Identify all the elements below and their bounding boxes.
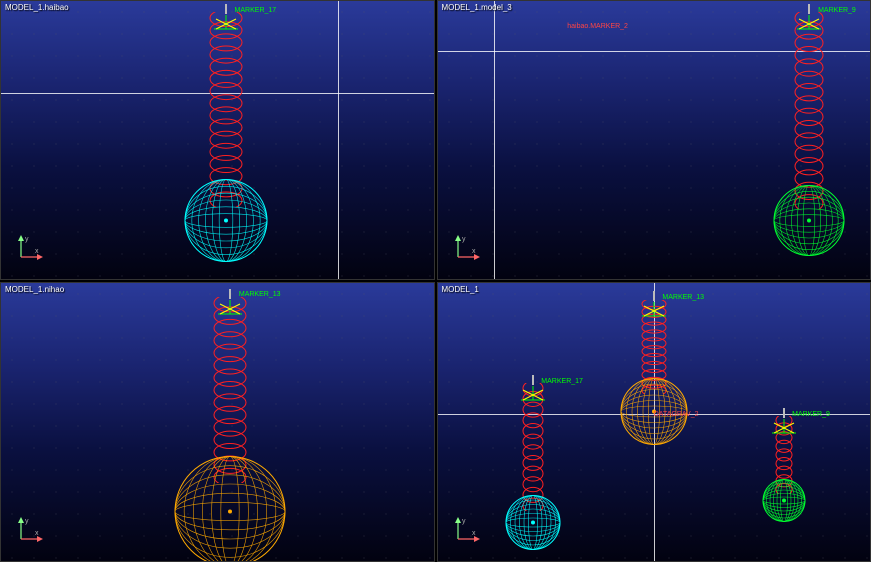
marker-icon[interactable]: [208, 15, 244, 38]
viewport-2[interactable]: MODEL_1.nihao MARKER_13yx: [0, 282, 435, 562]
sphere[interactable]: [762, 478, 806, 527]
marker-label[interactable]: MARKER_9: [792, 411, 830, 418]
marker-icon[interactable]: [766, 419, 802, 442]
crosshair-v: [338, 1, 339, 279]
marker-icon[interactable]: [791, 15, 827, 38]
viewport-3[interactable]: MODEL_1 MARKER_13 MARKER_17 MARKER_9 DATAGRA…: [437, 282, 871, 562]
marker-icon[interactable]: [636, 302, 672, 325]
marker-icon[interactable]: [212, 300, 248, 323]
datagrav-label[interactable]: DATAGRAV_2: [654, 411, 699, 418]
rod: [783, 408, 785, 418]
rod: [808, 4, 810, 14]
svg-text:x: x: [35, 530, 39, 537]
marker-icon[interactable]: [515, 386, 551, 409]
svg-text:x: x: [472, 530, 476, 537]
svg-text:y: y: [462, 236, 466, 243]
svg-text:y: y: [462, 518, 466, 525]
marker-label[interactable]: MARKER_13: [239, 291, 281, 298]
rod: [653, 291, 655, 301]
marker-label[interactable]: MARKER_9: [818, 7, 856, 14]
model-title: MODEL_1.haibao: [5, 3, 69, 12]
rod: [225, 4, 227, 14]
marker-label[interactable]: MARKER_17: [541, 378, 583, 385]
model-title: MODEL_1: [442, 285, 479, 294]
sphere[interactable]: [505, 494, 561, 555]
crosshair-v: [494, 1, 495, 279]
datagrav-label[interactable]: haibao.MARKER_2: [567, 23, 628, 30]
svg-text:y: y: [25, 518, 29, 525]
marker-label[interactable]: MARKER_13: [662, 294, 704, 301]
model-title: MODEL_1.model_3: [442, 3, 512, 12]
svg-text:x: x: [472, 248, 476, 255]
svg-text:y: y: [25, 236, 29, 243]
viewport-1[interactable]: MODEL_1.model_3 MARKER_9 haibao.MARKER_2yx: [437, 0, 871, 280]
sphere[interactable]: [184, 179, 268, 268]
marker-label[interactable]: MARKER_17: [235, 7, 277, 14]
rod: [532, 375, 534, 385]
viewport-0[interactable]: MODEL_1.haibao MARKER_17yx: [0, 0, 435, 280]
model-title: MODEL_1.nihao: [5, 285, 64, 294]
svg-text:x: x: [35, 248, 39, 255]
rod: [229, 289, 231, 299]
sphere[interactable]: [174, 455, 286, 562]
sphere[interactable]: [773, 185, 845, 262]
